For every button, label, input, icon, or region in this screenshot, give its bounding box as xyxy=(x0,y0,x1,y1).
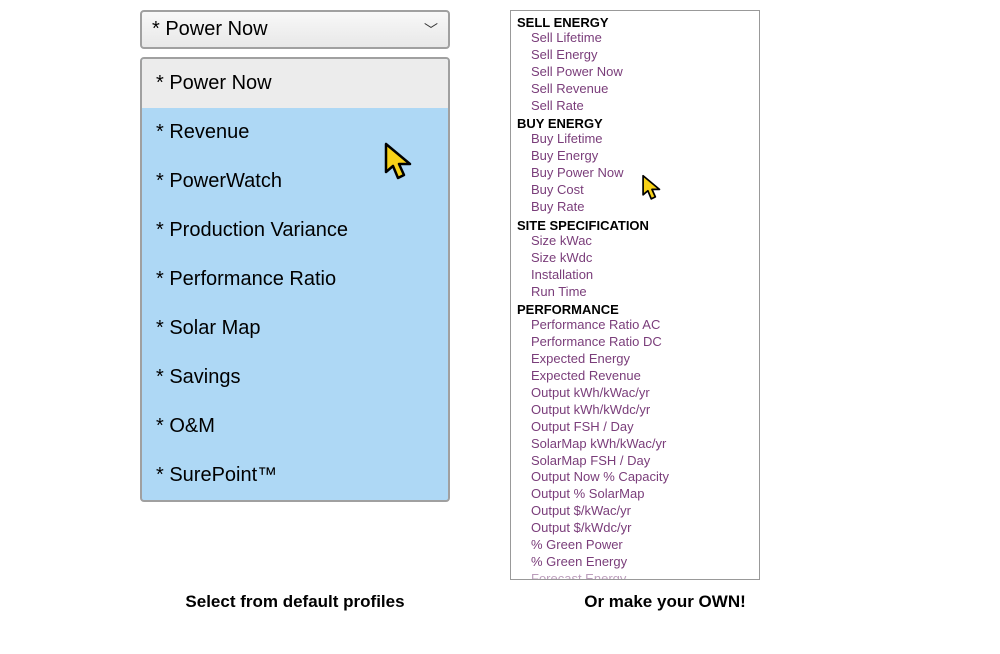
item-buy-energy[interactable]: Buy Energy xyxy=(517,148,753,165)
caption-default-profiles: Select from default profiles xyxy=(140,592,450,612)
item-output-kwh-kwdc[interactable]: Output kWh/kWdc/yr xyxy=(517,402,753,419)
item-expected-revenue[interactable]: Expected Revenue xyxy=(517,368,753,385)
section-sell-energy: SELL ENERGY xyxy=(517,15,753,30)
custom-metrics-panel: SELL ENERGY Sell Lifetime Sell Energy Se… xyxy=(510,10,760,580)
dropdown-item-production-variance[interactable]: * Production Variance xyxy=(142,206,448,255)
section-performance: PERFORMANCE xyxy=(517,302,753,317)
item-sell-energy[interactable]: Sell Energy xyxy=(517,47,753,64)
item-sell-rate[interactable]: Sell Rate xyxy=(517,98,753,115)
item-sell-revenue[interactable]: Sell Revenue xyxy=(517,81,753,98)
dropdown-item-powerwatch[interactable]: * PowerWatch xyxy=(142,157,448,206)
section-site-spec: SITE SPECIFICATION xyxy=(517,218,753,233)
item-output-now-capacity[interactable]: Output Now % Capacity xyxy=(517,469,753,486)
item-solarmap-fsh-day[interactable]: SolarMap FSH / Day xyxy=(517,453,753,470)
dropdown-item-solar-map[interactable]: * Solar Map xyxy=(142,304,448,353)
item-pct-green-power[interactable]: % Green Power xyxy=(517,537,753,554)
item-buy-cost[interactable]: Buy Cost xyxy=(517,182,753,199)
item-sell-lifetime[interactable]: Sell Lifetime xyxy=(517,30,753,47)
item-expected-energy[interactable]: Expected Energy xyxy=(517,351,753,368)
item-output-kwh-kwac[interactable]: Output kWh/kWac/yr xyxy=(517,385,753,402)
chevron-down-icon: ﹀ xyxy=(424,20,438,40)
item-run-time[interactable]: Run Time xyxy=(517,284,753,301)
item-buy-lifetime[interactable]: Buy Lifetime xyxy=(517,131,753,148)
dropdown-item-savings[interactable]: * Savings xyxy=(142,353,448,402)
caption-make-your-own: Or make your OWN! xyxy=(540,592,790,612)
item-output-dollar-kwdc[interactable]: Output $/kWdc/yr xyxy=(517,520,753,537)
item-perf-ratio-ac[interactable]: Performance Ratio AC xyxy=(517,317,753,334)
item-sell-power-now[interactable]: Sell Power Now xyxy=(517,64,753,81)
dropdown-item-om[interactable]: * O&M xyxy=(142,402,448,451)
item-size-kwdc[interactable]: Size kWdc xyxy=(517,250,753,267)
dropdown-item-surepoint[interactable]: * SurePoint™ xyxy=(142,451,448,500)
item-buy-rate[interactable]: Buy Rate xyxy=(517,199,753,216)
item-output-pct-solarmap[interactable]: Output % SolarMap xyxy=(517,486,753,503)
item-size-kwac[interactable]: Size kWac xyxy=(517,233,753,250)
item-solarmap-kwh-kwac[interactable]: SolarMap kWh/kWac/yr xyxy=(517,436,753,453)
profile-dropdown-list: * Power Now * Revenue * PowerWatch * Pro… xyxy=(140,57,450,502)
item-output-dollar-kwac[interactable]: Output $/kWac/yr xyxy=(517,503,753,520)
item-perf-ratio-dc[interactable]: Performance Ratio DC xyxy=(517,334,753,351)
dropdown-selected-label: * Power Now xyxy=(152,18,268,41)
profile-dropdown[interactable]: * Power Now ﹀ xyxy=(140,10,450,49)
section-buy-energy: BUY ENERGY xyxy=(517,116,753,131)
item-forecast-energy[interactable]: Forecast Energy xyxy=(517,571,753,580)
item-output-fsh-day[interactable]: Output FSH / Day xyxy=(517,419,753,436)
dropdown-item-power-now[interactable]: * Power Now xyxy=(142,59,448,108)
dropdown-item-revenue[interactable]: * Revenue xyxy=(142,108,448,157)
item-installation[interactable]: Installation xyxy=(517,267,753,284)
item-buy-power-now[interactable]: Buy Power Now xyxy=(517,165,753,182)
dropdown-item-performance-ratio[interactable]: * Performance Ratio xyxy=(142,255,448,304)
item-pct-green-energy[interactable]: % Green Energy xyxy=(517,554,753,571)
